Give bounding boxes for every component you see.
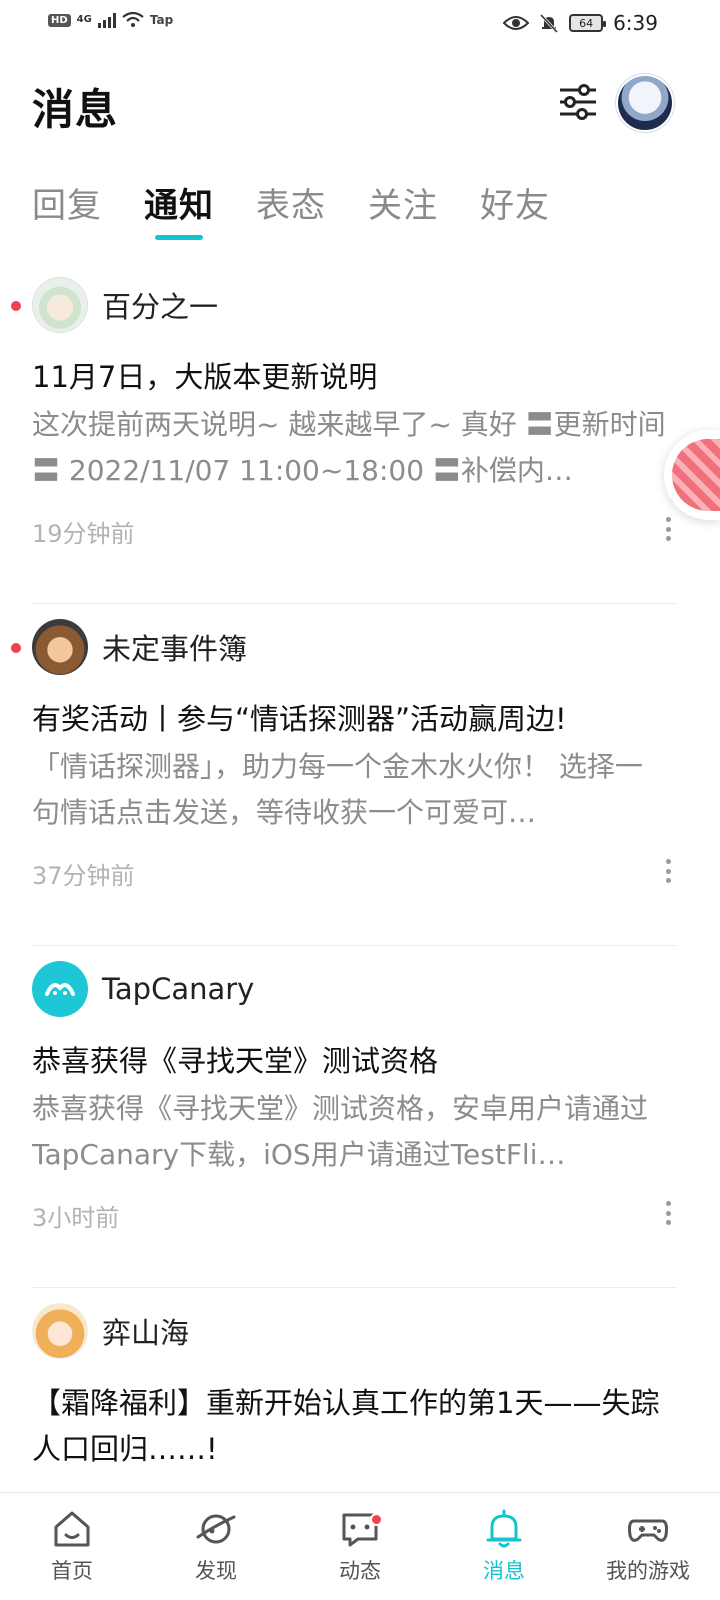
nav-label: 首页 — [51, 1559, 93, 1583]
item-title: 恭喜获得《寻找天堂》测试资格 — [32, 1044, 439, 1078]
gamepad-icon — [628, 1519, 668, 1542]
wifi-icon — [122, 12, 144, 27]
unread-dot — [11, 301, 21, 311]
user-avatar[interactable] — [618, 76, 672, 130]
nav-label: 发现 — [195, 1559, 237, 1583]
list-item[interactable]: 百分之一 11月7日，大版本更新说明 这次提前两天说明~ 越来越早了~ 真好 〓… — [0, 262, 720, 604]
item-time: 37分钟前 — [32, 862, 135, 890]
tapcanary-logo-icon — [45, 983, 75, 996]
sender-name[interactable]: 未定事件簿 — [102, 626, 247, 668]
item-time: 3小时前 — [32, 1204, 120, 1232]
tab-notifications[interactable]: 通知 — [144, 178, 214, 240]
battery-level: 64 — [579, 16, 594, 30]
sender-avatar[interactable] — [32, 1303, 88, 1359]
planet-icon — [196, 1514, 236, 1544]
nav-label: 我的游戏 — [606, 1559, 690, 1583]
item-title: 11月7日，大版本更新说明 — [32, 360, 378, 394]
bottom-nav: 首页 发现 动态 消息 我的游戏 — [0, 1492, 720, 1600]
sender-name[interactable]: TapCanary — [102, 972, 254, 1006]
more-options-button[interactable] — [656, 1198, 680, 1228]
hd-indicator: HD — [48, 13, 71, 27]
header: 消息 — [32, 72, 688, 142]
sender-name[interactable]: 弈山海 — [102, 1310, 189, 1352]
more-options-button[interactable] — [656, 514, 680, 544]
nav-label: 消息 — [483, 1559, 525, 1583]
event-badge-image — [672, 439, 720, 511]
status-left: HD 4G Tap — [48, 12, 173, 28]
more-options-button[interactable] — [656, 856, 680, 886]
item-header: 未定事件簿 — [32, 618, 247, 676]
mute-bell-icon — [539, 13, 559, 33]
notification-list: 百分之一 11月7日，大版本更新说明 这次提前两天说明~ 越来越早了~ 真好 〓… — [0, 262, 720, 1492]
battery-icon: 64 — [569, 14, 607, 32]
item-header: 弈山海 — [32, 1302, 189, 1360]
bell-icon — [486, 1509, 522, 1548]
list-item[interactable]: 未定事件簿 有奖活动丨参与“情话探测器”活动赢周边! 「情话探测器」，助力每一个… — [0, 604, 720, 946]
item-title: 【霜降福利】重新开始认真工作的第1天——失踪人口回归……! — [32, 1386, 660, 1466]
clock: 6:39 — [613, 11, 658, 35]
status-right: 64 6:39 — [503, 11, 658, 35]
status-bar: HD 4G Tap 64 6:39 — [0, 0, 720, 50]
list-item[interactable]: 弈山海 【霜降福利】重新开始认真工作的第1天——失踪人口回归……! — [0, 1288, 720, 1492]
item-excerpt: 「情话探测器」，助力每一个金木水火你！ 选择一句情话点击发送，等待收获一个可爱可… — [32, 750, 643, 829]
notification-dot — [370, 1513, 383, 1526]
sender-avatar[interactable] — [32, 961, 88, 1017]
item-header: 百分之一 — [32, 276, 218, 334]
sender-name[interactable]: 百分之一 — [102, 284, 218, 326]
tap-app-indicator: Tap — [149, 13, 174, 27]
sender-avatar[interactable] — [32, 277, 88, 333]
network-indicator: 4G — [76, 14, 92, 25]
nav-feed[interactable]: 动态 — [288, 1493, 432, 1600]
sliders-icon — [560, 84, 596, 120]
item-time: 19分钟前 — [32, 520, 135, 548]
eye-icon — [503, 16, 530, 30]
message-tabs: 回复 通知 表态 关注 好友 — [32, 178, 550, 240]
list-item[interactable]: TapCanary 恭喜获得《寻找天堂》测试资格 恭喜获得《寻找天堂》测试资格，… — [0, 946, 720, 1288]
item-title: 有奖活动丨参与“情话探测器”活动赢周边! — [32, 702, 567, 736]
nav-messages[interactable]: 消息 — [432, 1493, 576, 1600]
nav-label: 动态 — [339, 1559, 381, 1583]
home-icon — [54, 1511, 90, 1547]
page-title: 消息 — [32, 85, 119, 134]
signal-icon — [97, 12, 116, 28]
tab-reply[interactable]: 回复 — [32, 178, 102, 240]
filter-button[interactable] — [556, 80, 600, 124]
unread-dot — [11, 643, 21, 653]
nav-home[interactable]: 首页 — [0, 1493, 144, 1600]
item-excerpt: 恭喜获得《寻找天堂》测试资格，安卓用户请通过TapCanary下载，iOS用户请… — [32, 1092, 649, 1171]
sender-avatar[interactable] — [32, 619, 88, 675]
item-excerpt: 这次提前两天说明~ 越来越早了~ 真好 〓更新时间〓 2022/11/07 11… — [32, 408, 666, 487]
item-header: TapCanary — [32, 960, 254, 1018]
nav-discover[interactable]: 发现 — [144, 1493, 288, 1600]
nav-my-games[interactable]: 我的游戏 — [576, 1493, 720, 1600]
tab-reactions[interactable]: 表态 — [256, 178, 326, 240]
tab-follows[interactable]: 关注 — [368, 178, 438, 240]
tab-friends[interactable]: 好友 — [480, 178, 550, 240]
